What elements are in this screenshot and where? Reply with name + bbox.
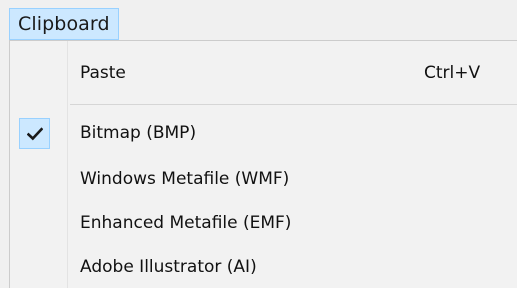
- clipboard-menu[interactable]: Clipboard: [9, 8, 119, 40]
- menu-item-ai[interactable]: Adobe Illustrator (AI): [10, 245, 517, 288]
- menu-item-paste[interactable]: Paste Ctrl+V: [10, 51, 517, 95]
- menu-bar: Clipboard: [0, 0, 517, 43]
- menu-item-bitmap-label: Bitmap (BMP): [80, 123, 197, 143]
- menu-item-emf-label: Enhanced Metafile (EMF): [80, 213, 292, 233]
- menu-item-emf[interactable]: Enhanced Metafile (EMF): [10, 201, 517, 245]
- menu-separator: [70, 104, 517, 105]
- clipboard-dropdown-menu: Paste Ctrl+V Bitmap (BMP) Windows Metafi…: [9, 40, 517, 288]
- menu-item-paste-shortcut: Ctrl+V: [424, 63, 481, 83]
- menu-item-wmf-label: Windows Metafile (WMF): [80, 169, 290, 189]
- clipboard-menu-label: Clipboard: [18, 13, 110, 35]
- menu-item-bitmap[interactable]: Bitmap (BMP): [10, 111, 517, 155]
- menu-item-ai-label: Adobe Illustrator (AI): [80, 257, 257, 277]
- app-root: Clipboard Paste Ctrl+V Bitmap (BMP) Wind…: [0, 0, 517, 288]
- checkmark-icon: [19, 118, 50, 149]
- menu-item-paste-label: Paste: [80, 63, 126, 83]
- menu-item-wmf[interactable]: Windows Metafile (WMF): [10, 157, 517, 201]
